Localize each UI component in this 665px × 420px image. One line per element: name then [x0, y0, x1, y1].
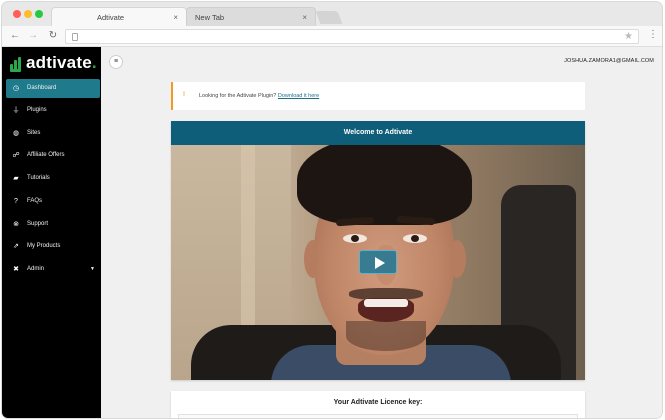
sidebar-item-tutorials[interactable]: ▰ Tutorials — [6, 169, 100, 188]
sidebar-item-label: Affiliate Offers — [27, 152, 65, 158]
tools-icon: ✖ — [13, 266, 19, 273]
sidebar-item-label: Admin — [27, 266, 45, 272]
globe-icon: ◍ — [12, 130, 20, 137]
sidebar-item-my-products[interactable]: ⇗ My Products — [6, 237, 100, 256]
sidebar-item-affiliate-offers[interactable]: ☍ Affiliate Offers — [6, 146, 100, 165]
sidebar: adtivate. ◷ Dashboard ⏚ Plugins ◍ Sites … — [2, 47, 101, 418]
sidebar-item-plugins[interactable]: ⏚ Plugins — [6, 101, 100, 120]
sidebar-item-faqs[interactable]: ? FAQs — [6, 192, 100, 211]
main-content: ≡ JOSHUA.ZAMORA1@GMAIL.COM ! Looking for… — [101, 47, 662, 418]
tab-title: Adtivate — [97, 13, 125, 22]
play-button[interactable] — [359, 250, 397, 274]
tab-adtivate[interactable]: Adtivate × — [51, 7, 187, 26]
back-arrow-icon[interactable]: ← — [9, 30, 21, 41]
download-plugin-link[interactable]: Download it here — [278, 93, 319, 99]
plug-icon: ⏚ — [12, 107, 20, 114]
dashboard-icon: ◷ — [12, 85, 20, 92]
sidebar-item-label: Support — [27, 221, 49, 227]
close-window-button[interactable] — [13, 10, 21, 18]
reload-icon[interactable]: ↻ — [47, 30, 59, 41]
question-icon: ? — [14, 198, 18, 205]
address-bar[interactable]: ★ — [65, 29, 639, 44]
support-icon: ⊗ — [13, 221, 19, 228]
sidebar-item-label: Dashboard — [27, 85, 57, 91]
graduation-cap-icon: ▰ — [13, 175, 19, 182]
forward-arrow-icon[interactable]: → — [27, 30, 39, 41]
sidebar-item-label: Tutorials — [27, 175, 50, 181]
sidebar-item-label: FAQs — [27, 198, 43, 204]
external-link-icon: ⇗ — [13, 243, 19, 250]
welcome-video-card: Welcome to Adtivate — [171, 121, 585, 380]
tab-close-icon[interactable]: × — [302, 8, 307, 27]
browser-toolbar: ← → ↻ ★ ⋮ — [2, 26, 662, 47]
licence-key-field[interactable] — [178, 414, 578, 418]
warning-icon: ! — [183, 92, 185, 98]
sidebar-item-sites[interactable]: ◍ Sites — [6, 124, 100, 143]
sidebar-item-admin[interactable]: ✖ Admin ▼ — [6, 260, 100, 279]
sidebar-item-dashboard[interactable]: ◷ Dashboard — [6, 79, 100, 98]
browser-menu-icon[interactable]: ⋮ — [648, 29, 658, 40]
app: adtivate. ◷ Dashboard ⏚ Plugins ◍ Sites … — [2, 47, 662, 418]
user-email[interactable]: JOSHUA.ZAMORA1@GMAIL.COM — [564, 58, 654, 64]
play-icon — [375, 257, 385, 269]
minimize-window-button[interactable] — [24, 10, 32, 18]
sidebar-item-label: My Products — [27, 243, 61, 249]
tab-title: New Tab — [195, 13, 225, 22]
browser-titlebar: Adtivate × New Tab × — [2, 2, 662, 26]
sidebar-item-support[interactable]: ⊗ Support — [6, 215, 100, 234]
sitemap-icon: ☍ — [12, 152, 20, 159]
bookmark-star-icon[interactable]: ★ — [624, 31, 633, 42]
video-card-title: Welcome to Adtivate — [171, 121, 585, 145]
chevron-down-icon: ▼ — [90, 266, 95, 272]
licence-title: Your Adtivate Licence key: — [333, 399, 423, 406]
sidebar-item-label: Sites — [27, 130, 41, 136]
plugin-notice: ! Looking for the Adtivate Plugin? Downl… — [171, 82, 585, 110]
tab-close-icon[interactable]: × — [173, 8, 178, 27]
new-tab-button[interactable] — [315, 11, 343, 24]
logo-text: adtivate. — [26, 53, 97, 72]
tab-new-tab[interactable]: New Tab × — [186, 7, 316, 26]
menu-toggle-button[interactable]: ≡ — [109, 55, 123, 69]
browser-window: Adtivate × New Tab × ← → ↻ ★ ⋮ adtivate.… — [1, 1, 663, 419]
maximize-window-button[interactable] — [35, 10, 43, 18]
logo-mark-icon — [10, 57, 24, 73]
licence-card: Your Adtivate Licence key: — [171, 391, 585, 418]
sidebar-item-label: Plugins — [27, 107, 47, 113]
page-icon — [72, 33, 78, 41]
notice-text: Looking for the Adtivate Plugin? Downloa… — [199, 93, 320, 99]
welcome-video[interactable] — [171, 145, 585, 380]
